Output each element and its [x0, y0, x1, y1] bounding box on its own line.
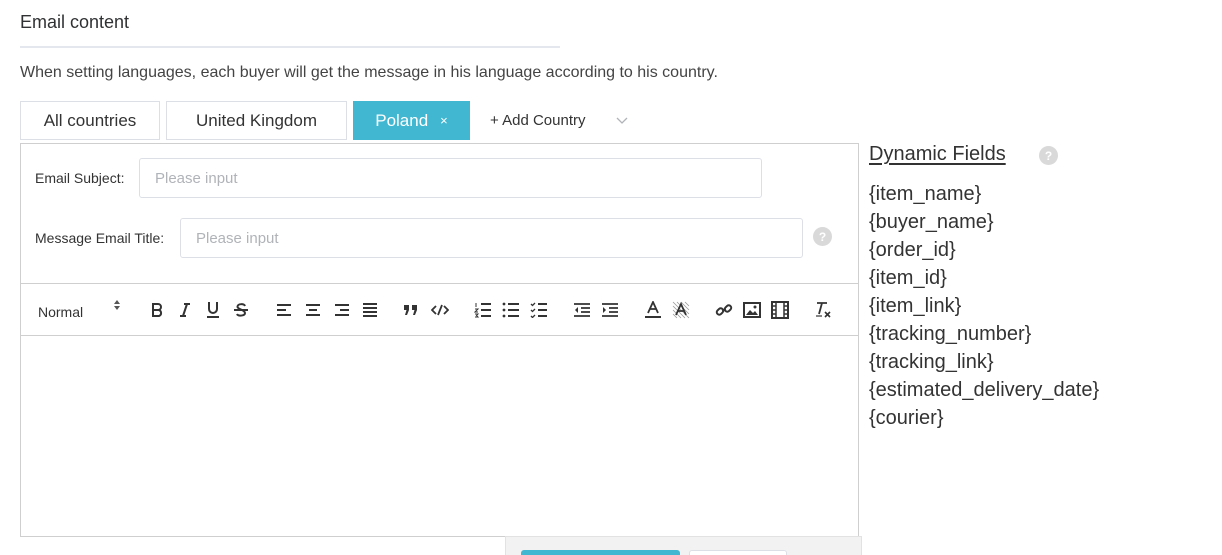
rich-text-toolbar: Normal	[21, 283, 858, 336]
tab-label: Poland	[375, 110, 429, 130]
background-color-icon[interactable]	[671, 284, 691, 335]
align-justify-icon[interactable]	[361, 284, 379, 335]
dynamic-field-item[interactable]: {order_id}	[869, 236, 1099, 264]
action-bar	[505, 536, 862, 555]
dynamic-field-item[interactable]: {estimated_delivery_date}	[869, 376, 1099, 404]
indent-increase-icon[interactable]	[600, 284, 620, 335]
section-title: Email content	[20, 12, 130, 32]
clear-format-icon[interactable]	[813, 284, 833, 335]
close-icon[interactable]: ×	[440, 113, 448, 128]
message-email-title-input[interactable]	[180, 218, 803, 258]
dynamic-field-item[interactable]: {item_name}	[869, 180, 1099, 208]
dynamic-field-item[interactable]: {tracking_link}	[869, 348, 1099, 376]
email-subject-input[interactable]	[139, 158, 762, 198]
align-right-icon[interactable]	[333, 284, 351, 335]
code-block-icon[interactable]	[430, 284, 450, 335]
text-color-icon[interactable]	[643, 284, 663, 335]
dynamic-field-item[interactable]: {buyer_name}	[869, 208, 1099, 236]
email-subject-label: Email Subject:	[35, 170, 125, 186]
dynamic-field-item[interactable]: {courier}	[869, 404, 1099, 432]
tab-poland[interactable]: Poland ×	[353, 101, 470, 140]
bullet-list-icon[interactable]	[501, 284, 521, 335]
ordered-list-icon[interactable]	[473, 284, 493, 335]
check-list-icon[interactable]	[529, 284, 549, 335]
help-icon[interactable]: ?	[813, 227, 832, 246]
link-icon[interactable]	[714, 284, 734, 335]
tab-label: United Kingdom	[196, 110, 317, 130]
dynamic-field-item[interactable]: {item_id}	[869, 264, 1099, 292]
up-down-arrows-icon[interactable]	[113, 298, 121, 317]
bold-icon[interactable]	[148, 284, 166, 335]
tab-label: All countries	[43, 110, 137, 130]
underline-icon[interactable]	[204, 284, 222, 335]
tab-united-kingdom[interactable]: United Kingdom	[166, 101, 347, 140]
align-center-icon[interactable]	[304, 284, 322, 335]
image-icon[interactable]	[742, 284, 762, 335]
language-note: When setting languages, each buyer will …	[20, 64, 718, 81]
add-country-label: + Add Country	[490, 112, 586, 129]
blockquote-icon[interactable]	[402, 284, 420, 335]
header-format-select[interactable]: Normal	[38, 304, 83, 320]
dynamic-field-item[interactable]: {tracking_number}	[869, 320, 1099, 348]
tab-all-countries[interactable]: All countries	[20, 101, 160, 140]
dynamic-fields-list: {item_name} {buyer_name} {order_id} {ite…	[869, 180, 1099, 432]
section-divider	[20, 46, 560, 48]
align-left-icon[interactable]	[275, 284, 293, 335]
dynamic-field-item[interactable]: {item_link}	[869, 292, 1099, 320]
country-tabs: All countries United Kingdom Poland × + …	[20, 101, 629, 140]
italic-icon[interactable]	[176, 284, 194, 335]
email-editor-panel: Email Subject: Message Email Title: ? No…	[20, 143, 859, 537]
primary-action-button[interactable]	[521, 550, 680, 555]
add-country-select[interactable]: + Add Country	[490, 101, 629, 140]
indent-decrease-icon[interactable]	[572, 284, 592, 335]
dynamic-fields-title: Dynamic Fields	[869, 143, 1006, 165]
message-email-title-label: Message Email Title:	[35, 230, 165, 246]
message-body-editor[interactable]	[21, 337, 858, 536]
secondary-action-button[interactable]	[689, 550, 787, 555]
chevron-down-icon	[615, 114, 629, 128]
video-icon[interactable]	[770, 284, 790, 335]
strike-icon[interactable]	[232, 284, 250, 335]
help-icon[interactable]: ?	[1039, 146, 1058, 165]
